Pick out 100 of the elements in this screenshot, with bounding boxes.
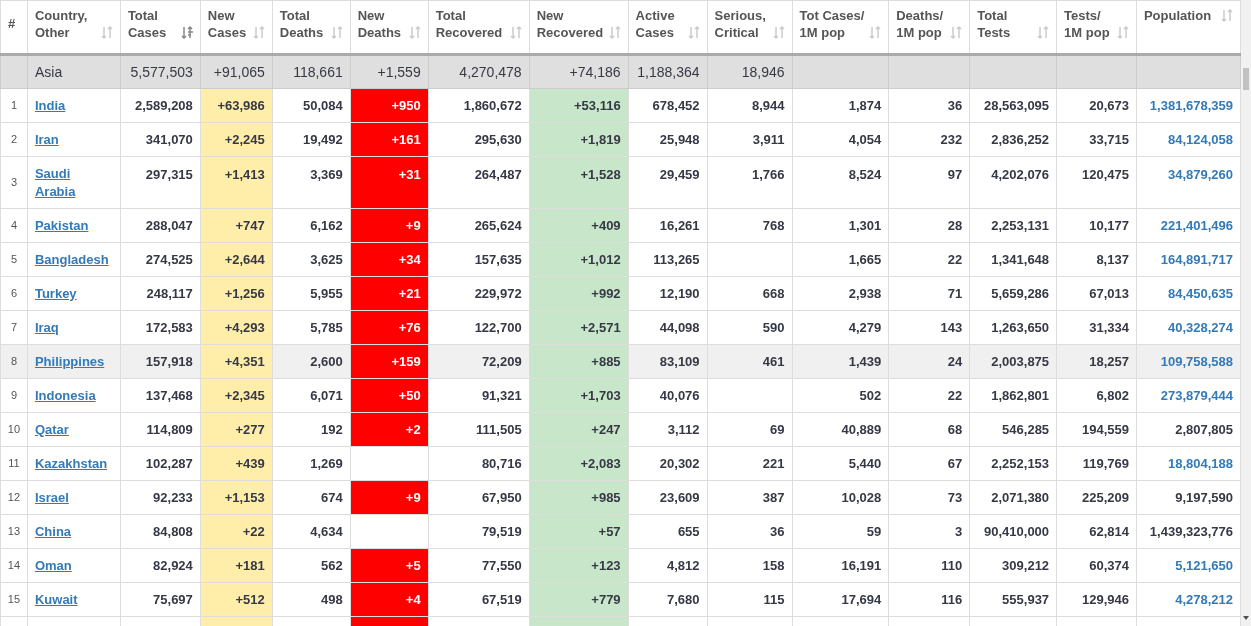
sort-icon[interactable] [772,26,785,39]
table-cell: 29,459 [659,167,700,182]
total-cell: 5,577,503 [130,63,193,80]
table-cell: 73 [947,489,963,505]
table-cell: +1,153 [224,489,265,505]
table-cell: 1,862,801 [991,387,1050,403]
table-cell: +161 [391,131,421,147]
table-cell: +2 [405,421,421,437]
table-cell: 221 [762,455,785,471]
population-cell: 2,807,805 [1175,421,1233,437]
table-cell: 40,889 [841,421,882,437]
scrollbar[interactable] [1241,0,1251,626]
population-cell[interactable]: 34,879,260 [1167,167,1233,182]
table-cell: 62,814 [1089,523,1129,539]
table-cell: 3,112 [667,421,700,437]
table-cell: 678,452 [652,97,700,113]
table-cell: 192 [321,421,343,437]
table-cell: 23,609 [659,489,700,505]
table-cell: +409 [591,217,621,233]
table-cell: +31 [398,167,421,182]
sort-icon[interactable] [869,26,882,39]
row-number: 8 [10,355,18,368]
table-cell: +4,351 [224,353,265,369]
table-cell: +1,703 [580,387,621,403]
table-cell: 158 [762,557,785,573]
sort-icon[interactable] [100,26,113,39]
sort-icon[interactable] [180,26,193,39]
country-link[interactable]: India [34,96,66,115]
sort-icon[interactable] [252,26,265,39]
table-cell: 91,321 [481,387,522,403]
table-cell: 67,519 [481,591,522,607]
table-cell: 2,252,153 [991,455,1050,471]
table-cell: 248,117 [146,285,193,301]
table-cell: 2,003,875 [991,353,1050,369]
table-cell: 71 [947,285,963,301]
table-cell: 1,860,672 [463,97,522,113]
table-cell: 22 [947,251,963,267]
table-cell: 555,937 [1002,591,1050,607]
sort-icon[interactable] [1116,26,1129,39]
total-cell: 18,946 [741,63,785,80]
sort-icon[interactable] [687,26,700,39]
table-cell: 768 [762,217,785,233]
table-cell: 4,279 [848,319,882,335]
table-cell: 80,716 [481,455,522,471]
sort-icon[interactable] [608,26,621,39]
table-cell: 60,374 [1089,557,1129,573]
table-cell: +277 [235,421,265,437]
table-cell: 16,191 [841,557,882,573]
table-cell: +992 [591,285,621,301]
table-cell: 4,054 [848,131,882,147]
total-cell: +1,559 [377,63,421,80]
table-cell: 229,972 [474,285,522,301]
table-cell: 67 [947,455,963,471]
country-link[interactable]: Iran [34,130,59,149]
sort-icon[interactable] [950,26,963,39]
table-cell: 5,659,286 [991,285,1050,301]
scrollbar-thumb[interactable] [1243,68,1249,90]
table-cell: 111,505 [476,421,522,437]
row-number: 5 [10,253,18,266]
table-cell: 19,492 [302,131,343,147]
sort-icon[interactable] [1037,26,1050,39]
sort-icon[interactable] [1221,9,1233,22]
table-cell: 498 [321,591,343,607]
table-cell: 297,315 [145,167,193,182]
table-cell: 655 [677,523,700,539]
table-cell: 36 [770,523,785,539]
population-cell: 9,197,590 [1175,489,1233,505]
table-cell: +2,245 [224,131,265,147]
table-cell: 1,665 [848,251,882,267]
table-cell: 79,519 [481,523,522,539]
table-cell: +2,345 [224,387,265,403]
row-number: 15 [7,593,21,606]
sort-icon[interactable] [330,26,343,39]
table-cell: +4 [405,591,421,607]
sort-icon[interactable] [509,26,522,39]
column-header: # [8,15,16,32]
table-cell: 1,439 [848,353,882,369]
table-cell: 97 [947,167,963,182]
table-cell: 341,070 [145,131,193,147]
table-cell: +5 [405,557,421,573]
table-cell: +950 [391,97,421,113]
total-cell: 118,661 [293,63,343,80]
table-cell: 102,287 [145,455,193,471]
table-cell: 1,874 [848,97,882,113]
table-cell: 265,624 [474,217,522,233]
table-cell: 4,812 [667,557,700,573]
table-cell: +50 [398,387,421,403]
table-cell: 3,911 [752,131,785,147]
scroll-down-icon[interactable] [1243,616,1249,620]
table-cell: +779 [591,591,621,607]
table-cell: 264,487 [474,167,522,182]
table-cell: 72,209 [481,353,522,369]
table-cell: 67,950 [481,489,522,505]
sort-icon[interactable] [408,26,421,39]
row-number: 9 [10,389,18,402]
country-link[interactable]: Iraq [34,318,59,337]
table-cell: 1,301 [848,217,882,233]
table-cell: 194,559 [1081,421,1129,437]
table-cell: 502 [859,387,882,403]
table-cell: 590 [762,319,785,335]
